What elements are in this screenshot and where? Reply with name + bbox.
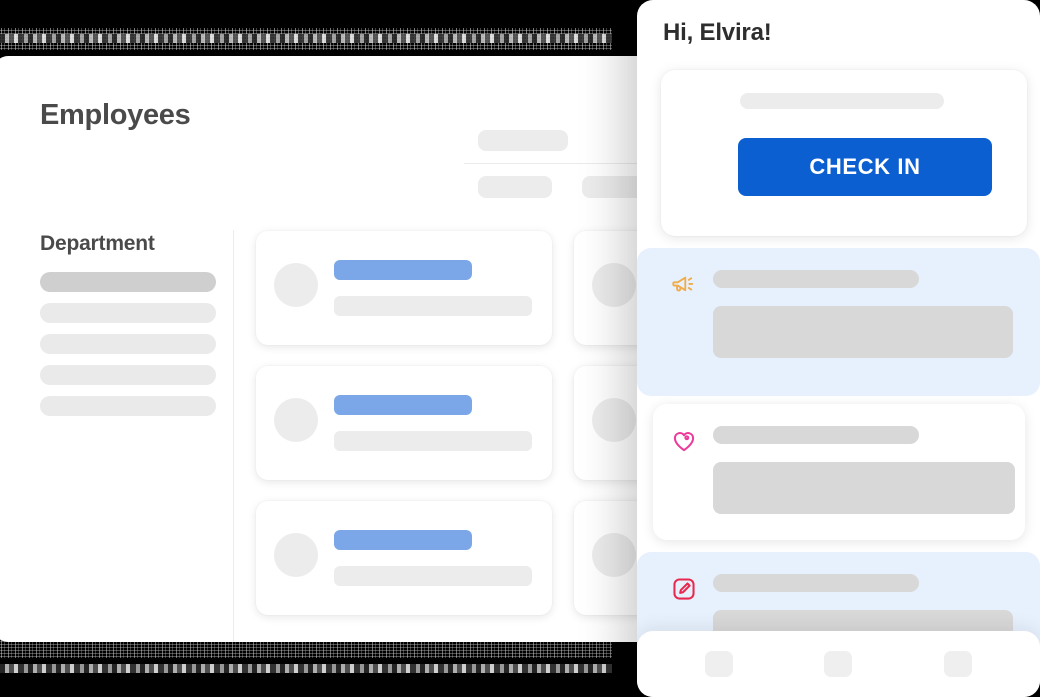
nav-item-2[interactable]: [824, 651, 853, 677]
edit-square-icon: [671, 576, 697, 602]
employee-card-grid: [256, 231, 700, 615]
employee-card-1[interactable]: [256, 231, 552, 345]
bottom-navigation-bar: [637, 631, 1040, 697]
page-title: Employees: [40, 99, 191, 131]
avatar: [274, 398, 318, 442]
employee-card-lines: [334, 530, 534, 586]
mobile-app-panel: Hi, Elvira! CHECK IN: [637, 0, 1040, 697]
backdrop-noise-top: [0, 28, 612, 50]
employee-name-placeholder: [334, 395, 472, 415]
employee-role-placeholder: [334, 431, 532, 451]
feed-item-lines: [713, 270, 1022, 374]
feed-item-title-placeholder: [713, 574, 919, 592]
check-in-label-placeholder: [740, 93, 944, 109]
sidebar-item-department-4[interactable]: [40, 365, 216, 385]
toolbar-skeleton-top: [478, 130, 568, 151]
sidebar-item-department-2[interactable]: [40, 303, 216, 323]
avatar: [592, 398, 636, 442]
backdrop-dither-strip-top: [0, 34, 612, 43]
department-list: [40, 272, 216, 427]
employee-card-lines: [334, 260, 534, 316]
feed-item-title-placeholder: [713, 426, 919, 444]
employees-window: Employees Department: [0, 56, 700, 642]
avatar: [592, 263, 636, 307]
department-heading: Department: [40, 232, 155, 255]
check-in-card: CHECK IN: [661, 70, 1027, 236]
toolbar-skeleton-left: [478, 176, 552, 198]
sidebar-item-department-1[interactable]: [40, 272, 216, 292]
avatar: [274, 533, 318, 577]
employee-card-3[interactable]: [256, 366, 552, 480]
greeting-text: Hi, Elvira!: [663, 19, 772, 46]
feed-item-body-placeholder: [713, 306, 1013, 358]
backdrop-dither-strip-bottom: [0, 664, 612, 673]
nav-item-3[interactable]: [944, 651, 973, 677]
feed-item-title-placeholder: [713, 270, 919, 288]
employee-name-placeholder: [334, 260, 472, 280]
feed-item-body-placeholder: [713, 462, 1015, 514]
avatar: [592, 533, 636, 577]
feed-item-lines: [713, 426, 1015, 518]
sidebar-item-department-3[interactable]: [40, 334, 216, 354]
check-in-button[interactable]: CHECK IN: [738, 138, 992, 196]
employee-role-placeholder: [334, 296, 532, 316]
sidebar-divider: [233, 230, 234, 642]
employee-role-placeholder: [334, 566, 532, 586]
megaphone-icon: [671, 272, 697, 298]
avatar: [274, 263, 318, 307]
employee-name-placeholder: [334, 530, 472, 550]
sidebar-item-department-5[interactable]: [40, 396, 216, 416]
heart-icon: [671, 428, 697, 454]
feed-item-announcement[interactable]: [637, 248, 1040, 396]
feed-item-kudos[interactable]: [653, 404, 1025, 540]
employee-card-lines: [334, 395, 534, 451]
nav-item-1[interactable]: [704, 651, 733, 677]
screenshot-stage: Employees Department Hi, Elvira! CHECK I…: [0, 0, 1040, 697]
employee-card-5[interactable]: [256, 501, 552, 615]
